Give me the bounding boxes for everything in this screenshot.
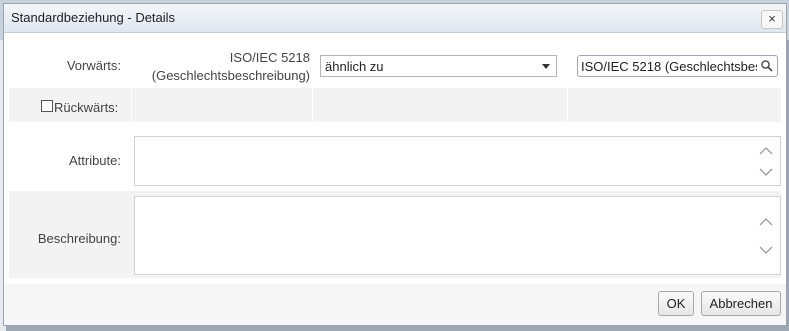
ok-button[interactable]: OK [658,291,694,316]
relation-type-value: ähnlich zu [325,59,384,74]
search-icon[interactable] [760,59,774,73]
backward-label[interactable]: Rückwärts: [54,100,121,115]
standard-name-line2: (Geschlechtsbeschreibung) [151,68,310,83]
description-textarea[interactable] [134,196,781,275]
row-divider [131,88,132,122]
description-label: Beschreibung: [37,231,121,246]
chevron-down-icon[interactable] [759,245,773,255]
standard-relation-dialog: Standardbeziehung - Details × Vorwärts: … [3,3,787,326]
cancel-button[interactable]: Abbrechen [701,291,781,316]
forward-label: Vorwärts: [66,58,121,73]
close-icon: × [768,11,776,26]
target-standard-search-field[interactable]: ISO/IEC 5218 (Geschlechtsbeschreibung) [577,55,778,77]
dialog-titlebar[interactable]: Standardbeziehung - Details × [4,4,786,33]
chevron-down-icon[interactable] [759,167,773,177]
relation-type-select[interactable]: ähnlich zu [320,55,557,77]
attributes-label: Attribute: [68,153,121,168]
attributes-textarea[interactable] [134,136,781,186]
standard-name-line1: ISO/IEC 5218 [229,50,310,65]
row-divider [312,88,313,122]
close-button[interactable]: × [761,10,783,29]
chevron-up-icon[interactable] [759,217,773,227]
backward-row [9,88,781,122]
backward-checkbox[interactable] [41,100,53,112]
target-standard-value: ISO/IEC 5218 (Geschlechtsbeschreibung) [581,59,757,74]
chevron-up-icon[interactable] [759,146,773,156]
chevron-down-icon [542,64,550,69]
forward-standard-name: ISO/IEC 5218 (Geschlechtsbeschreibung) [124,49,310,85]
dialog-title: Standardbeziehung - Details [11,10,176,25]
row-divider [567,88,568,122]
